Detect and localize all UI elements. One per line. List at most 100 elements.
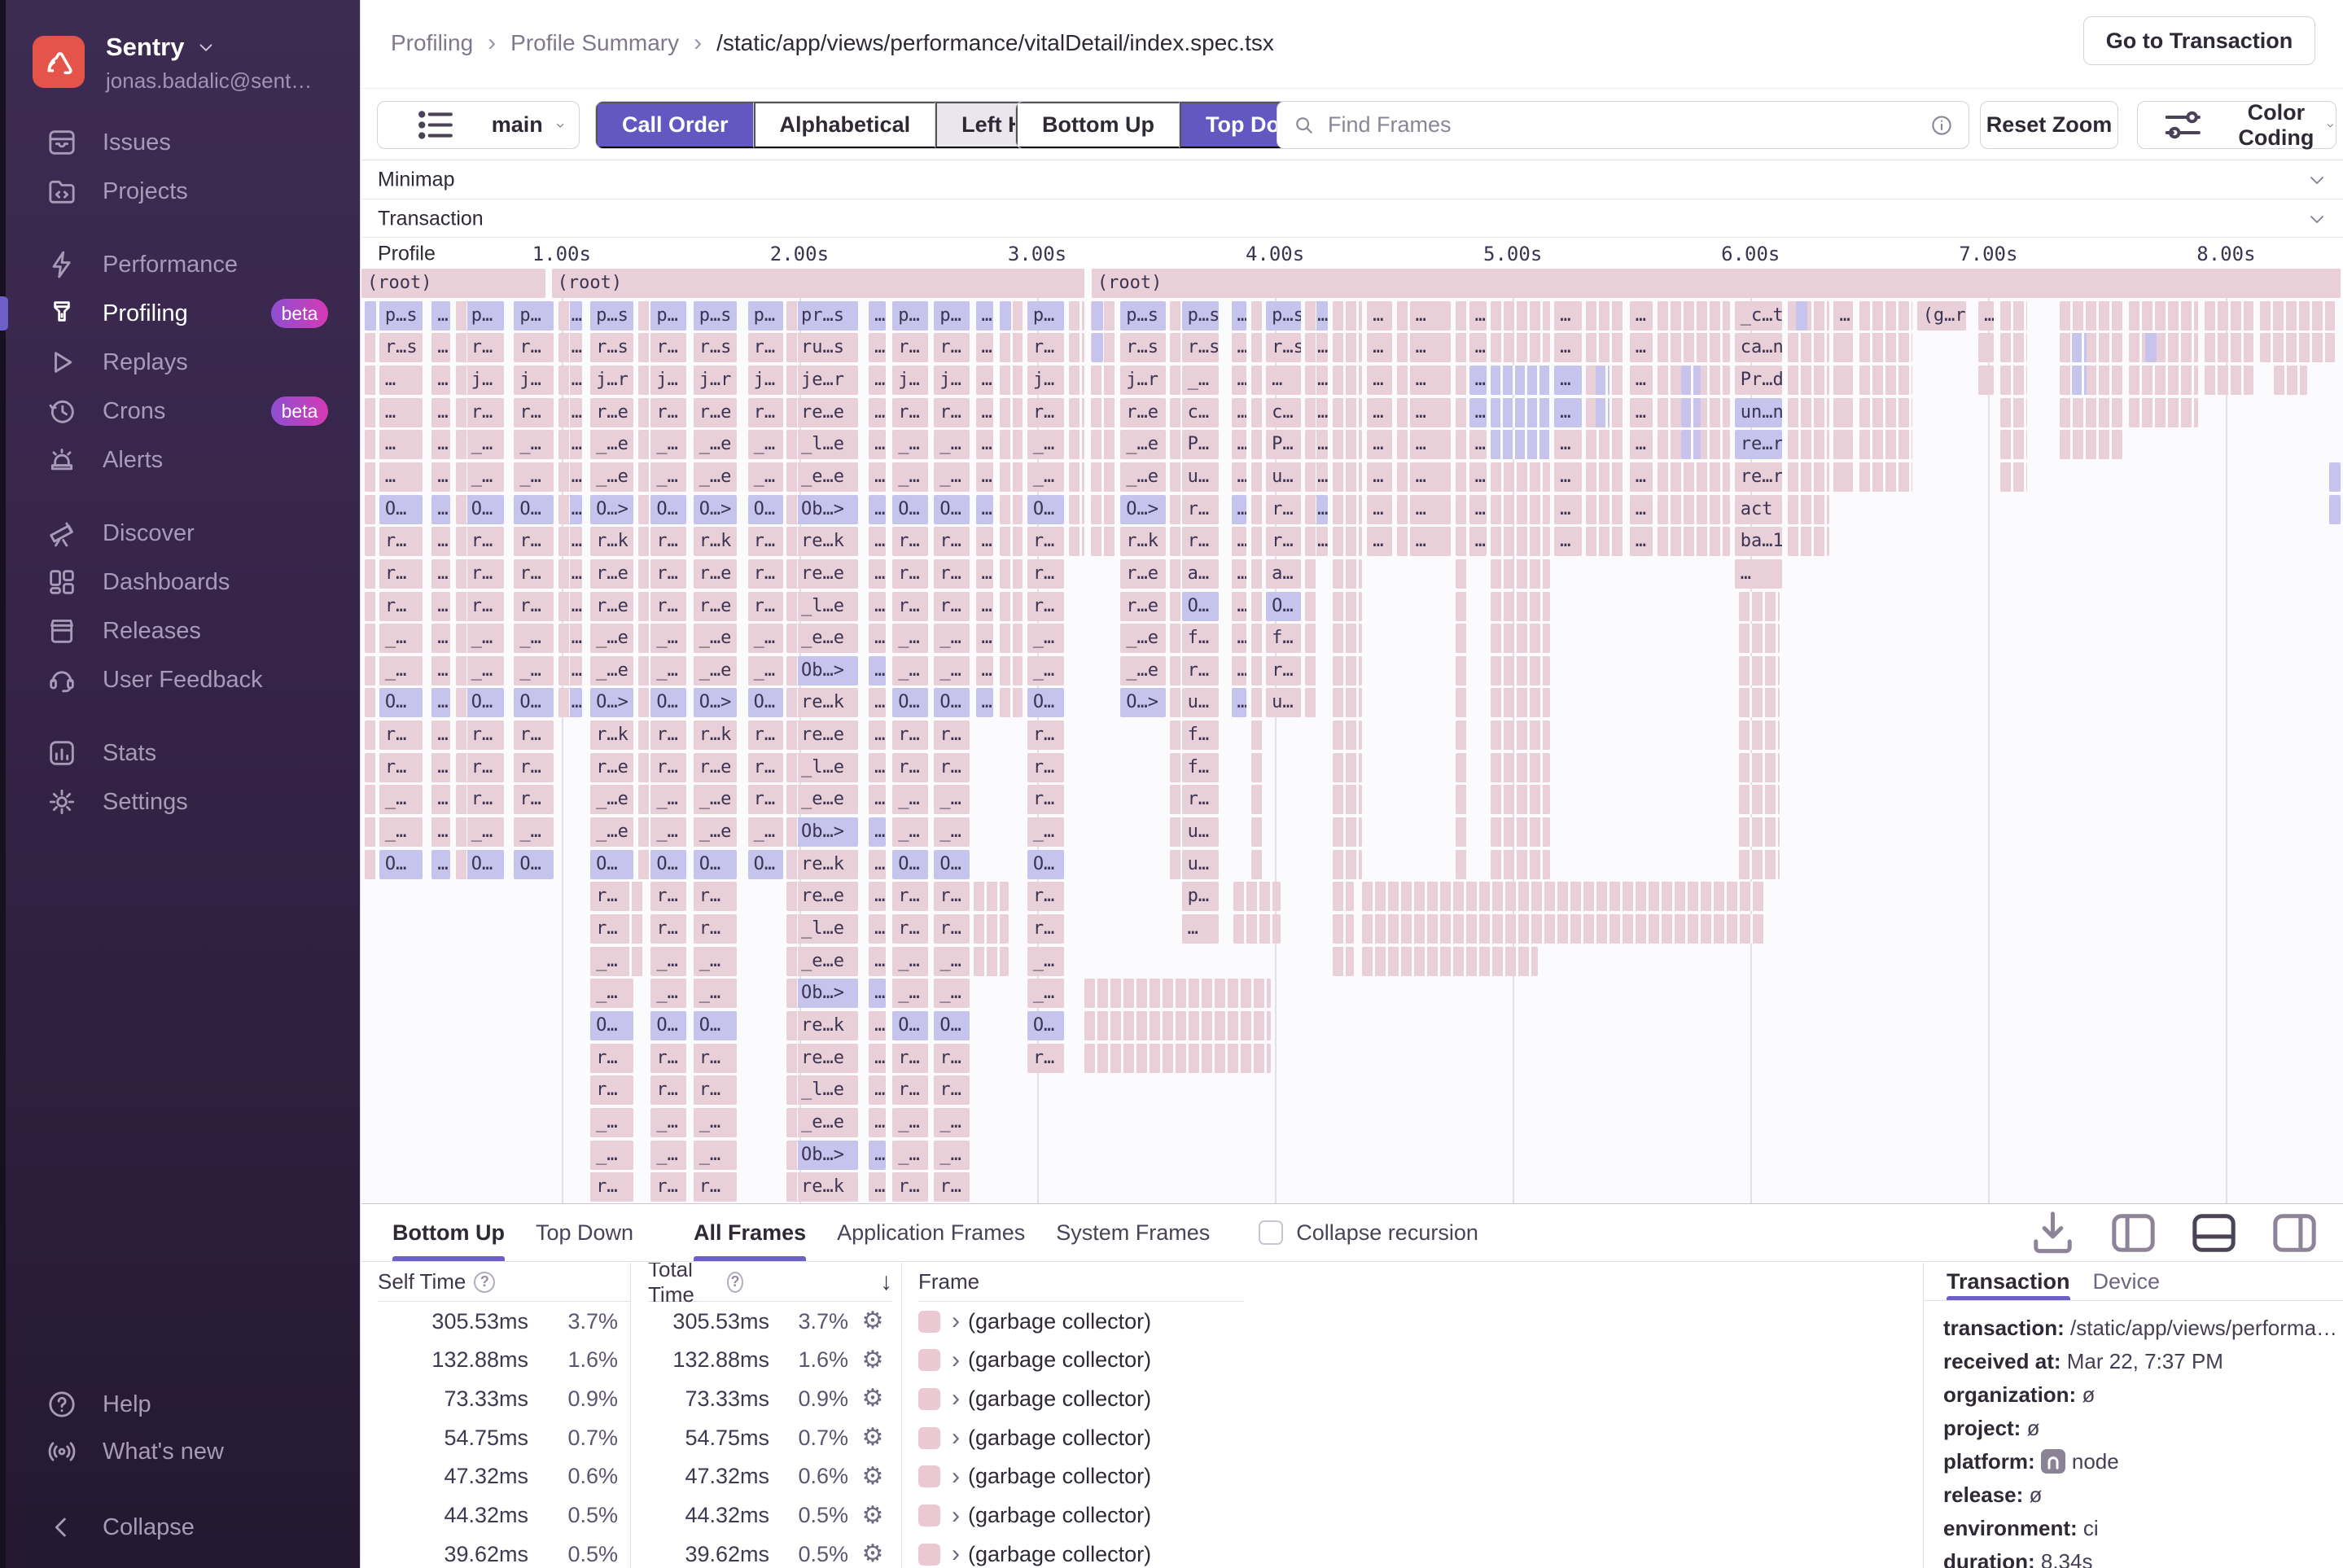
- flame-frame[interactable]: [1333, 850, 1362, 879]
- flame-frame[interactable]: [1833, 398, 1853, 427]
- flame-frame[interactable]: …: [869, 882, 886, 911]
- flame-frame[interactable]: [456, 301, 467, 331]
- flame-frame[interactable]: _…: [934, 430, 969, 459]
- flame-frame[interactable]: (root): [361, 269, 545, 298]
- flame-frame[interactable]: [1456, 817, 1467, 847]
- flame-frame[interactable]: r…: [514, 398, 553, 427]
- flame-frame[interactable]: r…: [934, 592, 969, 621]
- flame-frame[interactable]: [1170, 462, 1181, 492]
- flame-frame[interactable]: Ob…>: [795, 656, 858, 685]
- flame-frame[interactable]: …: [431, 462, 450, 492]
- flame-frame[interactable]: [638, 688, 650, 717]
- flame-frame[interactable]: _…e: [1120, 430, 1165, 459]
- flame-frame[interactable]: [456, 785, 467, 814]
- flame-frame[interactable]: _…: [650, 656, 685, 685]
- flame-frame[interactable]: p…: [1182, 882, 1220, 911]
- flame-frame[interactable]: _…: [694, 947, 737, 976]
- flame-frame[interactable]: …: [869, 1172, 886, 1202]
- flame-frame[interactable]: r…: [650, 592, 685, 621]
- flame-frame[interactable]: _…: [514, 624, 553, 653]
- flame-frame[interactable]: [1859, 462, 1912, 492]
- flame-frame[interactable]: r…: [379, 753, 423, 782]
- sidebar-item-user-feedback[interactable]: User Feedback: [0, 655, 361, 704]
- flame-frame[interactable]: j…r: [1120, 366, 1165, 395]
- flame-frame[interactable]: [1170, 817, 1181, 847]
- flame-frame[interactable]: [1000, 398, 1023, 427]
- flame-frame[interactable]: [1491, 817, 1549, 847]
- flame-frame[interactable]: O…: [892, 495, 927, 524]
- flame-frame[interactable]: [974, 914, 1009, 944]
- flame-frame[interactable]: [1170, 624, 1181, 653]
- flame-frame[interactable]: _…: [650, 1141, 685, 1170]
- flame-frame[interactable]: …: [431, 301, 450, 331]
- flame-frame[interactable]: _l…e: [795, 1075, 858, 1105]
- flame-frame[interactable]: …: [869, 1108, 886, 1137]
- flame-frame[interactable]: [1788, 527, 1829, 556]
- table-row[interactable]: 54.75ms0.7%54.75ms0.7%⚙›(garbage collect…: [361, 1418, 1923, 1457]
- flame-frame[interactable]: O…: [892, 1011, 927, 1040]
- flame-frame[interactable]: [786, 366, 798, 395]
- flame-frame[interactable]: [1397, 398, 1408, 427]
- flame-frame[interactable]: [1596, 366, 1609, 395]
- flame-frame[interactable]: j…: [466, 366, 504, 395]
- expand-chevron-icon[interactable]: ›: [952, 1502, 960, 1530]
- flame-frame[interactable]: [1305, 688, 1316, 717]
- flame-frame[interactable]: [1491, 656, 1549, 685]
- flame-frame[interactable]: …: [1469, 398, 1487, 427]
- flame-frame[interactable]: [1333, 817, 1362, 847]
- flame-frame[interactable]: [1305, 559, 1316, 589]
- flame-frame[interactable]: [2145, 333, 2157, 362]
- flame-frame[interactable]: r…: [892, 1172, 927, 1202]
- flame-frame[interactable]: c…: [1266, 398, 1301, 427]
- flame-frame[interactable]: _…: [590, 979, 633, 1008]
- flame-frame[interactable]: O…: [1266, 592, 1301, 621]
- flame-frame[interactable]: r…: [934, 333, 969, 362]
- flame-frame[interactable]: [1092, 301, 1103, 331]
- flame-frame[interactable]: O…: [590, 850, 633, 879]
- flame-frame[interactable]: …: [431, 785, 450, 814]
- flame-frame[interactable]: [786, 1075, 798, 1105]
- flame-frame[interactable]: [1170, 333, 1181, 362]
- flame-frame[interactable]: u…: [1266, 688, 1301, 717]
- flame-frame[interactable]: [2205, 333, 2253, 362]
- chevron-down-icon[interactable]: [2306, 169, 2328, 191]
- flame-frame[interactable]: …: [379, 430, 423, 459]
- flame-frame[interactable]: r…: [934, 398, 969, 427]
- frame-settings-gear-icon[interactable]: ⚙: [848, 1465, 897, 1489]
- flame-frame[interactable]: …: [1469, 366, 1487, 395]
- flame-frame[interactable]: …: [1232, 333, 1247, 362]
- flame-frame[interactable]: [786, 656, 798, 685]
- flame-frame[interactable]: r…k: [1120, 527, 1165, 556]
- sidebar-item-projects[interactable]: Projects: [0, 167, 361, 216]
- flame-frame[interactable]: [456, 624, 467, 653]
- table-row[interactable]: 44.32ms0.5%44.32ms0.5%⚙›(garbage collect…: [361, 1496, 1923, 1535]
- flame-frame[interactable]: [2274, 366, 2307, 395]
- flame-frame[interactable]: [1251, 527, 1263, 556]
- flame-frame[interactable]: …: [1410, 430, 1452, 459]
- flame-frame[interactable]: [456, 527, 467, 556]
- flame-frame[interactable]: [638, 817, 650, 847]
- flame-frame[interactable]: [365, 462, 376, 492]
- flame-frame[interactable]: r…: [650, 720, 685, 750]
- flame-frame[interactable]: …: [1554, 366, 1582, 395]
- flame-frame[interactable]: …: [976, 301, 993, 331]
- flame-frame[interactable]: …: [976, 430, 993, 459]
- flame-frame[interactable]: _…: [934, 817, 969, 847]
- flame-frame[interactable]: _…: [748, 624, 783, 653]
- flame-frame[interactable]: re…r: [1735, 430, 1782, 459]
- flame-frame[interactable]: [2000, 398, 2028, 427]
- flame-frame[interactable]: [2129, 333, 2198, 362]
- flame-frame[interactable]: [2000, 430, 2028, 459]
- flame-frame[interactable]: [365, 817, 376, 847]
- flame-frame[interactable]: [1833, 430, 1853, 459]
- frame-settings-gear-icon[interactable]: ⚙: [848, 1542, 897, 1566]
- flame-frame[interactable]: [1069, 333, 1084, 362]
- flame-frame[interactable]: r…: [694, 882, 737, 911]
- flame-frame[interactable]: [638, 333, 650, 362]
- flame-frame[interactable]: O…: [466, 495, 504, 524]
- flame-frame[interactable]: re…e: [795, 882, 858, 911]
- flame-frame[interactable]: …: [431, 656, 450, 685]
- flame-frame[interactable]: [1092, 333, 1103, 362]
- flame-frame[interactable]: _…: [466, 462, 504, 492]
- flame-frame[interactable]: …: [1367, 495, 1392, 524]
